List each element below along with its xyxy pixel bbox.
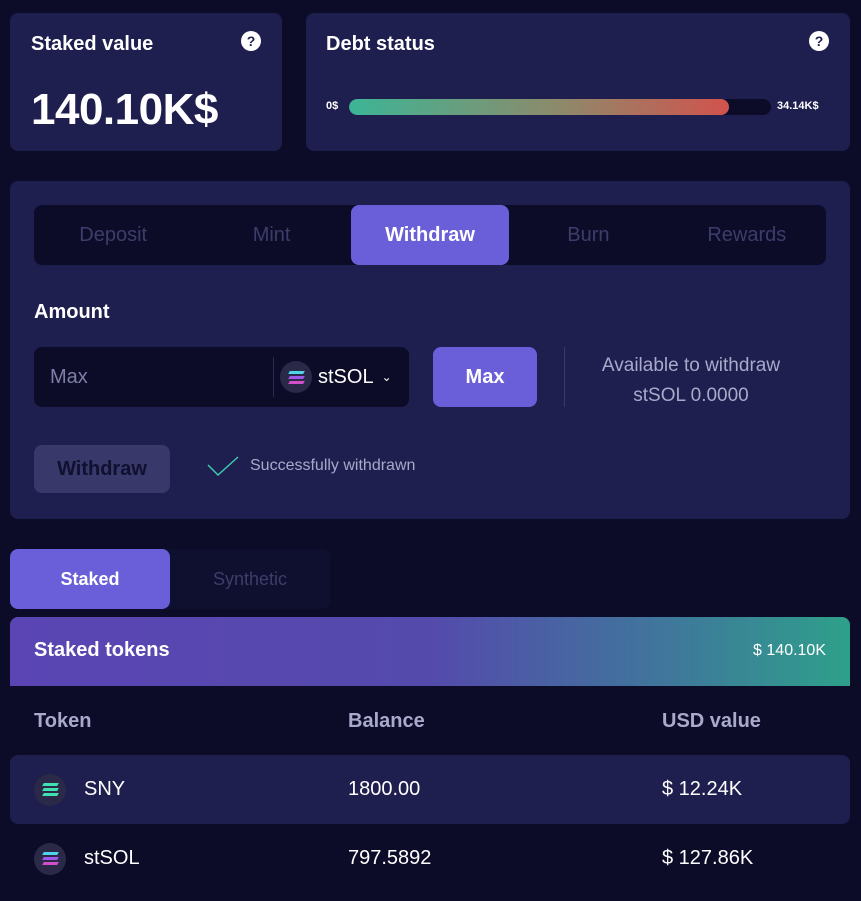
amount-label: Amount [34,301,110,323]
staked-value-title: Staked value [31,33,154,55]
table-header: Token Balance USD value [10,686,850,755]
staked-tokens-total: $ 140.10K [753,642,826,659]
column-header-usd: USD value [662,710,761,732]
column-header-balance: Balance [348,710,425,732]
table-row: SNY 1800.00 $ 12.24K [10,755,850,824]
success-message: Successfully withdrawn [250,457,416,474]
amount-input[interactable] [34,347,272,407]
usd-value-cell: $ 12.24K [662,778,743,800]
amount-divider [273,357,274,397]
token-name: SNY [84,778,126,800]
list-tabs: Staked Synthetic [10,549,330,609]
debt-progress-bar [349,99,771,115]
token-select[interactable]: stSOL ⌄ [280,347,408,407]
action-panel: Deposit Mint Withdraw Burn Rewards Amoun… [10,181,850,519]
tab-deposit[interactable]: Deposit [34,205,192,265]
withdraw-button[interactable]: Withdraw [34,445,170,493]
debt-progress-fill [349,99,729,115]
debt-max-label: 34.14K$ [777,100,819,112]
balance-cell: 1800.00 [348,778,421,800]
token-name: stSOL [84,847,140,869]
available-value: stSOL 0.0000 [633,385,749,406]
token-cell: stSOL [34,824,140,893]
stsol-icon [34,842,66,875]
token-cell: SNY [34,755,125,824]
tab-rewards[interactable]: Rewards [668,205,826,265]
staked-value-card: Staked value ? 140.10K$ [10,13,282,151]
amount-field-group: stSOL ⌄ [34,347,409,407]
available-label: Available to withdraw [601,355,781,376]
success-status: Successfully withdrawn [206,455,415,477]
tab-mint[interactable]: Mint [192,205,350,265]
vertical-divider [564,347,565,407]
debt-status-title: Debt status [326,33,435,55]
sny-icon [34,773,66,806]
token-select-label: stSOL [318,365,374,388]
max-button[interactable]: Max [433,347,537,407]
tab-synthetic[interactable]: Synthetic [170,549,330,609]
column-header-token: Token [34,710,92,732]
checkmark-icon [207,456,239,477]
chevron-down-icon: ⌄ [381,370,392,384]
table-row: stSOL 797.5892 $ 127.86K [10,824,850,893]
help-icon[interactable]: ? [241,31,261,51]
stsol-icon [280,361,312,393]
debt-status-card: Debt status ? 0$ 34.14K$ [306,13,850,151]
debt-min-label: 0$ [326,100,339,112]
staked-tokens-header: Staked tokens $ 140.10K [10,617,850,686]
action-tabs: Deposit Mint Withdraw Burn Rewards [34,205,826,265]
usd-value-cell: $ 127.86K [662,847,754,869]
tab-withdraw[interactable]: Withdraw [350,205,510,265]
balance-cell: 797.5892 [348,847,432,869]
staked-tokens-title: Staked tokens [34,639,170,661]
tab-burn[interactable]: Burn [509,205,667,265]
available-to-withdraw: Available to withdraw stSOL 0.0000 [576,351,806,411]
tab-staked[interactable]: Staked [10,549,170,609]
help-icon[interactable]: ? [809,31,829,51]
staked-value-amount: 140.10K$ [31,85,218,134]
